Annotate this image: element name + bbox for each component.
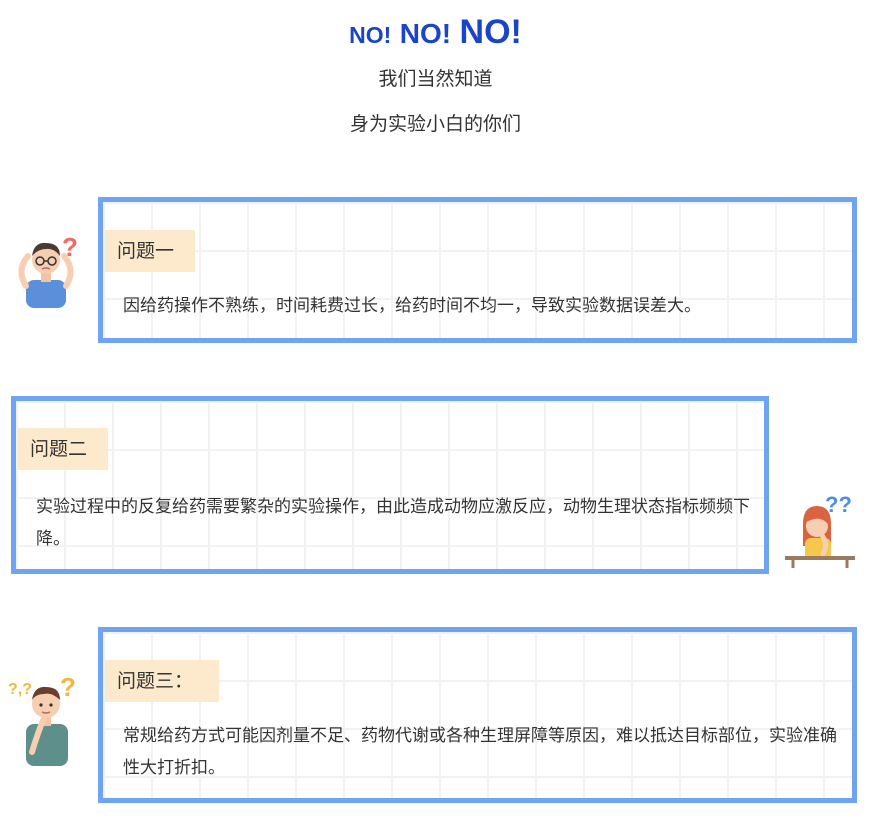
confused-boy-icon: ? xyxy=(14,230,84,310)
problem-tag-1: 问题一 xyxy=(105,230,195,272)
subtitle-line-2: 身为实验小白的你们 xyxy=(349,113,521,135)
problem-card-2: 问题二 实验过程中的反复给药需要繁杂的实验操作，由此造成动物应激反应，动物生理状… xyxy=(11,396,769,574)
thinking-girl-icon: ?? xyxy=(783,490,857,570)
pondering-man-icon: ?,? ? xyxy=(8,672,84,768)
problem-text-3: 常规给药方式可能因剂量不足、药物代谢或各种生理屏障等原因，难以抵达目标部位，实验… xyxy=(123,726,837,778)
problem-card-1: 问题一 因给药操作不熟练，时间耗费过长，给药时间不均一，导致实验数据误差大。 xyxy=(98,197,857,343)
no-large: NO! xyxy=(459,13,522,51)
problem-card-3: 问题三： 常规给药方式可能因剂量不足、药物代谢或各种生理屏障等原因，难以抵达目标… xyxy=(98,627,857,803)
problem-text-1: 因给药操作不熟练，时间耗费过长，给药时间不均一，导致实验数据误差大。 xyxy=(123,296,701,316)
problem-tag-3: 问题三： xyxy=(105,660,219,702)
no-small: NO! xyxy=(349,22,392,48)
svg-text:?: ? xyxy=(60,672,76,702)
no-medium: NO! xyxy=(399,18,452,49)
subtitle-line-1: 我们当然知道 xyxy=(378,68,493,90)
no-no-no-title: NO! NO! NO! xyxy=(0,10,871,54)
problem-text-2: 实验过程中的反复给药需要繁杂的实验操作，由此造成动物应激反应，动物生理状态指标频… xyxy=(36,497,750,549)
svg-text:?,?: ?,? xyxy=(8,681,32,698)
problem-tag-2: 问题二 xyxy=(18,428,108,470)
